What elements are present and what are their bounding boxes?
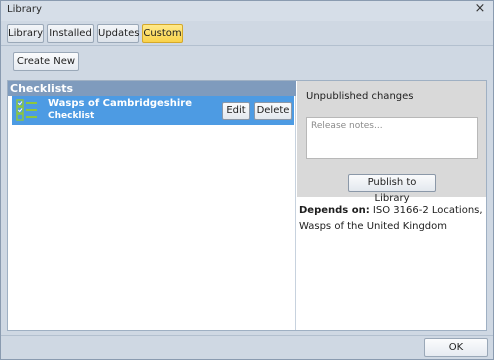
create-new-button[interactable]: Create New — [13, 52, 79, 71]
release-notes-field[interactable]: Release notes... — [306, 117, 478, 159]
tab-installed[interactable]: Installed — [47, 24, 94, 43]
publish-box: Unpublished changes Release notes... Pub… — [297, 81, 486, 204]
library-window: Library × Library Installed Updates Cust… — [0, 0, 494, 360]
publish-to-library-button[interactable]: Publish to Library — [348, 174, 436, 204]
checklist-type: Checklist — [48, 111, 95, 121]
close-icon[interactable]: × — [473, 2, 487, 16]
details-pane: Unpublished changes Release notes... Pub… — [297, 81, 486, 330]
tab-library[interactable]: Library — [7, 24, 44, 43]
delete-button[interactable]: Delete — [254, 102, 292, 120]
edit-button[interactable]: Edit — [222, 102, 250, 120]
title-bar: Library × — [1, 1, 493, 21]
content-panel: Checklists Wasps of Cambridgeshire Check… — [7, 80, 487, 331]
tab-updates[interactable]: Updates — [97, 24, 139, 43]
depends-on-label: Depends on: — [299, 205, 370, 216]
unpublished-changes-label: Unpublished changes — [306, 91, 414, 102]
tab-custom[interactable]: Custom — [142, 24, 183, 43]
checklist-icon — [16, 99, 37, 121]
depends-on-text: Depends on: ISO 3166-2 Locations, Wasps … — [299, 203, 484, 235]
checklist-pane: Checklists Wasps of Cambridgeshire Check… — [8, 81, 296, 330]
window-title: Library — [7, 4, 42, 15]
toolbar-divider — [1, 45, 493, 46]
list-item[interactable]: Wasps of Cambridgeshire Checklist Edit D… — [12, 96, 294, 125]
ok-button[interactable]: OK — [424, 338, 488, 357]
checklists-header: Checklists — [8, 81, 296, 96]
checklist-title: Wasps of Cambridgeshire — [48, 98, 193, 109]
footer-divider — [1, 335, 493, 336]
